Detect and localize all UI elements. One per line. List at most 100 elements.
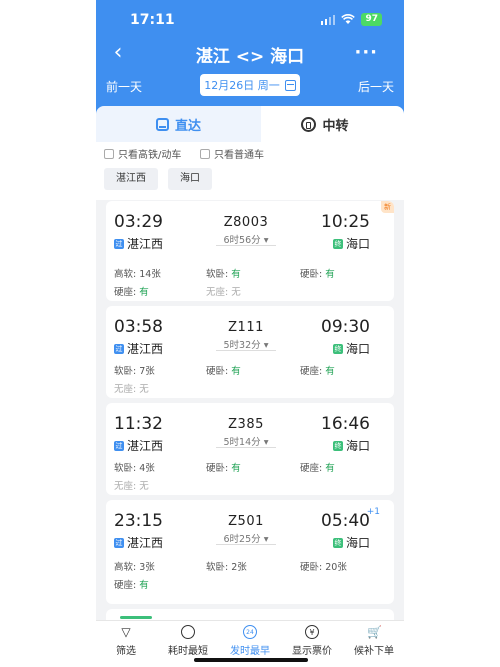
filter-panel: 只看高铁/动车 只看普通车 湛江西 海口 <box>96 142 404 200</box>
seat-info: 无座: 无 <box>206 284 241 298</box>
from-station-name: 湛江西 <box>127 342 164 356</box>
seat-type: 无座: <box>114 481 137 492</box>
arrival-time: 09:30 <box>321 317 370 337</box>
duration[interactable]: 5时14分 ▾ <box>206 434 286 448</box>
tab-bar: 中转 直达 <box>96 106 404 142</box>
arrival-time: 05:40 <box>321 511 370 531</box>
seat-info: 高软: 14张 <box>114 266 161 280</box>
route-line <box>216 544 276 545</box>
transfer-icon <box>301 116 317 132</box>
checkbox-box <box>104 148 114 159</box>
seat-type: 硬卧: <box>300 269 323 280</box>
waitlist-button[interactable]: 🛒 候补下单 <box>344 625 404 657</box>
next-day-button[interactable]: 后一天 <box>358 78 394 95</box>
yen-icon: ¥ <box>305 625 319 639</box>
train-number: Z8003 <box>223 215 269 230</box>
end-badge: 终 <box>332 537 343 548</box>
to-station: 终 海口 <box>332 437 370 454</box>
end-badge: 终 <box>332 440 343 451</box>
train-card[interactable]: 11:32 Z385 5时14分 ▾ 16:46 过 湛江西 终 海口 软卧: … <box>106 403 394 495</box>
seat-info: 硬卧: 有 <box>206 363 241 377</box>
seat-count: 7张 <box>139 366 155 377</box>
seat-count: 有 <box>139 580 149 591</box>
show-price-button[interactable]: ¥ 显示票价 <box>282 625 342 657</box>
tab-transfer[interactable]: 中转 <box>246 106 404 142</box>
normal-only-label: 只看普通车 <box>214 150 264 161</box>
seat-info: 硬卧: 有 <box>206 460 241 474</box>
from-station-name: 湛江西 <box>127 439 164 453</box>
new-tag: 新 <box>381 201 394 213</box>
24h-icon: 24 <box>243 625 257 639</box>
from-station: 过 湛江西 <box>114 235 163 252</box>
tab-direct[interactable]: 直达 <box>96 106 261 142</box>
seat-count: 有 <box>325 366 335 377</box>
funnel-icon: ▽ <box>121 625 131 639</box>
seat-info: 硬座: 有 <box>300 460 335 474</box>
train-number: Z501 <box>228 514 264 529</box>
normal-only-checkbox[interactable]: 只看普通车 <box>200 146 264 161</box>
seat-count: 14张 <box>139 269 161 280</box>
back-arrow-icon[interactable]: ‹ <box>106 42 130 66</box>
status-icons: 97 <box>320 13 382 26</box>
route-line <box>216 245 276 246</box>
seat-count: 无 <box>139 481 149 492</box>
shortest-duration-button[interactable]: 耗时最短 <box>158 625 218 657</box>
seat-type: 硬座: <box>114 580 137 591</box>
seat-type: 硬座: <box>114 287 137 298</box>
battery-indicator: 97 <box>361 13 382 26</box>
date-picker[interactable]: 12月26日 周一 <box>200 74 300 96</box>
from-station-name: 湛江西 <box>127 237 164 251</box>
date-label: 12月26日 周一 <box>204 79 280 92</box>
from-station: 过 湛江西 <box>114 340 163 357</box>
arrival-time: 10:25 <box>321 212 370 232</box>
seat-count: 有 <box>139 287 149 298</box>
train-number: Z111 <box>228 320 264 335</box>
prev-day-button[interactable]: 前一天 <box>106 78 142 95</box>
train-card[interactable]: +1 23:15 Z501 6时25分 ▾ 05:40 过 湛江西 终 海口 高… <box>106 500 394 604</box>
duration[interactable]: 6时25分 ▾ <box>206 531 286 545</box>
seat-type: 高软: <box>114 562 137 573</box>
end-badge: 终 <box>332 238 343 249</box>
seat-info: 无座: 无 <box>114 478 149 492</box>
duration[interactable]: 5时32分 ▾ <box>206 337 286 351</box>
seat-count: 4张 <box>139 463 155 474</box>
train-card[interactable]: 新 03:29 Z8003 6时56分 ▾ 10:25 过 湛江西 终 海口 高… <box>106 201 394 301</box>
seat-count: 有 <box>231 366 241 377</box>
seat-info: 硬座: 有 <box>114 577 149 591</box>
seat-info: 硬座: 有 <box>300 363 335 377</box>
wifi-icon <box>341 14 356 24</box>
seat-count: 有 <box>325 269 335 280</box>
clock-icon <box>181 625 195 639</box>
earliest-departure-button[interactable]: 24 发时最早 <box>220 625 280 657</box>
from-station: 过 湛江西 <box>114 437 163 454</box>
route-line <box>216 447 276 448</box>
hsr-only-checkbox[interactable]: 只看高铁/动车 <box>104 146 181 161</box>
seat-type: 软卧: <box>206 269 229 280</box>
station-chip-from[interactable]: 湛江西 <box>104 168 158 190</box>
screen: 17:11 97 ‹ 湛江 <> 海口 ··· 前一天 12月26日 周一 后一… <box>0 0 500 667</box>
home-indicator <box>194 658 308 662</box>
train-card[interactable]: 03:58 Z111 5时32分 ▾ 09:30 过 湛江西 终 海口 软卧: … <box>106 306 394 398</box>
from-station: 过 湛江西 <box>114 534 163 551</box>
seat-type: 高软: <box>114 269 137 280</box>
duration[interactable]: 6时56分 ▾ <box>206 232 286 246</box>
seat-type: 无座: <box>114 384 137 395</box>
tab-direct-label: 直达 <box>174 118 201 134</box>
seat-info: 无座: 无 <box>114 381 149 395</box>
train-icon <box>155 117 169 131</box>
seat-count: 无 <box>139 384 149 395</box>
calendar-icon <box>284 79 296 91</box>
station-chip-to[interactable]: 海口 <box>168 168 212 190</box>
departure-time: 11:32 <box>114 414 163 434</box>
page-title: 湛江 <> 海口 <box>195 47 305 67</box>
seat-info: 硬卧: 20张 <box>300 559 347 573</box>
end-badge: 终 <box>332 343 343 354</box>
seat-type: 无座: <box>206 287 229 298</box>
shortest-label: 耗时最短 <box>168 646 208 657</box>
more-icon[interactable]: ··· <box>354 42 378 63</box>
departure-time: 03:58 <box>114 317 163 337</box>
phone-screen: 17:11 97 ‹ 湛江 <> 海口 ··· 前一天 12月26日 周一 后一… <box>96 0 404 667</box>
to-station-name: 海口 <box>345 342 370 356</box>
checkbox-box <box>200 148 210 159</box>
filter-button[interactable]: ▽ 筛选 <box>96 625 156 657</box>
